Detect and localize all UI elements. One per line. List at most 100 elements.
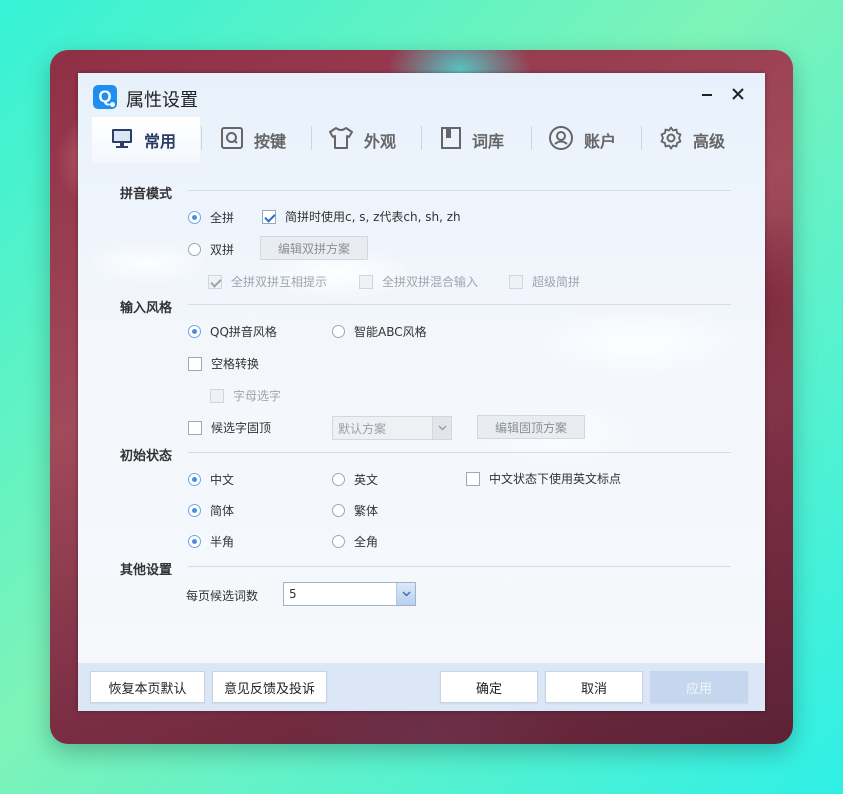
checkbox-indicator xyxy=(210,388,224,403)
ok-button[interactable]: 确定 xyxy=(440,671,538,703)
tab-label: 高级 xyxy=(693,132,726,151)
window-title: 属性设置 xyxy=(126,90,198,111)
section-divider xyxy=(188,566,731,567)
radio-indicator xyxy=(332,504,345,517)
simplified-label: 简体 xyxy=(210,504,235,518)
full-width-radio[interactable]: 全角 xyxy=(332,533,378,550)
english-label: 英文 xyxy=(354,473,379,487)
checkbox-indicator xyxy=(188,420,202,435)
title-bar[interactable]: Q 属性设置 xyxy=(78,73,765,119)
checkbox-indicator xyxy=(262,209,276,224)
abc-style-radio[interactable]: 智能ABC风格 xyxy=(332,323,427,340)
super-simple-label: 超级简拼 xyxy=(532,275,581,289)
per-page-label: 每页候选词数 xyxy=(186,589,259,603)
settings-dialog: Q 属性设置 常用 按键 外观 词库 账户 高级 拼音模式 全拼 简拼时使用c,… xyxy=(78,73,765,711)
checkbox-indicator xyxy=(466,471,480,486)
cancel-button[interactable]: 取消 xyxy=(545,671,643,703)
tab-bar: 常用 按键 外观 词库 账户 高级 xyxy=(78,117,765,163)
close-icon xyxy=(732,88,744,100)
double-pinyin-label: 双拼 xyxy=(210,243,235,257)
radio-indicator xyxy=(188,211,201,224)
radio-indicator xyxy=(188,535,201,548)
edit-fixed-top-button[interactable]: 编辑固顶方案 xyxy=(477,415,585,439)
minimize-button[interactable] xyxy=(697,85,717,105)
traditional-radio[interactable]: 繁体 xyxy=(332,502,378,519)
tab-label: 常用 xyxy=(144,132,177,151)
chinese-label: 中文 xyxy=(210,473,235,487)
qq-style-radio[interactable]: QQ拼音风格 xyxy=(188,323,277,340)
section-initial-state-title: 初始状态 xyxy=(120,449,173,464)
mutual-hint-label: 全拼双拼互相提示 xyxy=(231,275,328,289)
simplify-pinyin-label: 简拼时使用c, s, z代表ch, sh, zh xyxy=(285,210,461,224)
section-pinyin-mode-title: 拼音模式 xyxy=(120,187,173,202)
settings-content: 拼音模式 全拼 简拼时使用c, s, z代表ch, sh, zh 双拼 编辑双拼… xyxy=(78,163,765,663)
mixed-input-checkbox[interactable]: 全拼双拼混合输入 xyxy=(359,273,478,290)
fixed-top-checkbox[interactable]: 候选字固顶 xyxy=(188,419,271,436)
chevron-down-icon xyxy=(432,417,451,439)
half-width-label: 半角 xyxy=(210,535,235,549)
restore-default-button[interactable]: 恢复本页默认 xyxy=(90,671,205,703)
tab-appearance[interactable]: 外观 xyxy=(312,117,422,163)
radio-indicator xyxy=(188,243,201,256)
scheme-select-value: 默认方案 xyxy=(338,421,387,436)
feedback-button[interactable]: 意见反馈及投诉 xyxy=(212,671,327,703)
fixed-top-label: 候选字固顶 xyxy=(211,421,272,435)
q-key-icon xyxy=(220,126,244,154)
monitor-icon xyxy=(110,126,134,154)
per-page-value: 5 xyxy=(289,587,297,601)
chevron-down-icon xyxy=(396,583,415,605)
simplified-radio[interactable]: 简体 xyxy=(188,502,234,519)
english-punct-label: 中文状态下使用英文标点 xyxy=(489,472,622,486)
tab-label: 账户 xyxy=(584,132,617,151)
checkbox-indicator xyxy=(509,274,523,289)
full-width-label: 全角 xyxy=(354,535,379,549)
radio-indicator xyxy=(332,535,345,548)
tab-dictionary[interactable]: 词库 xyxy=(422,117,532,163)
abc-style-label: 智能ABC风格 xyxy=(354,325,427,339)
tab-account[interactable]: 账户 xyxy=(532,117,642,163)
checkbox-indicator xyxy=(188,356,202,371)
per-page-select[interactable]: 5 xyxy=(283,582,416,606)
half-width-radio[interactable]: 半角 xyxy=(188,533,234,550)
radio-indicator xyxy=(332,325,345,338)
qq-style-label: QQ拼音风格 xyxy=(210,325,277,339)
tab-keys[interactable]: 按键 xyxy=(202,117,312,163)
dialog-footer: 恢复本页默认 意见反馈及投诉 确定 取消 应用 xyxy=(78,663,765,711)
checkbox-indicator xyxy=(359,274,373,289)
tab-common[interactable]: 常用 xyxy=(92,117,200,163)
full-pinyin-radio[interactable]: 全拼 xyxy=(188,209,234,226)
super-simple-checkbox[interactable]: 超级简拼 xyxy=(509,273,580,290)
shirt-icon xyxy=(328,126,354,154)
edit-double-pinyin-button[interactable]: 编辑双拼方案 xyxy=(260,236,368,260)
apply-button[interactable]: 应用 xyxy=(650,671,748,703)
radio-indicator xyxy=(188,504,201,517)
section-divider xyxy=(188,304,731,305)
traditional-label: 繁体 xyxy=(354,504,379,518)
minimize-icon xyxy=(702,94,712,96)
letter-select-checkbox[interactable]: 字母选字 xyxy=(210,387,281,404)
book-icon xyxy=(440,126,462,154)
simplify-pinyin-checkbox[interactable]: 简拼时使用c, s, z代表ch, sh, zh xyxy=(262,208,461,225)
section-divider xyxy=(188,190,731,191)
mixed-input-label: 全拼双拼混合输入 xyxy=(382,275,479,289)
tab-label: 按键 xyxy=(254,132,287,151)
section-other-title: 其他设置 xyxy=(120,563,173,578)
tab-label: 外观 xyxy=(364,132,397,151)
gear-icon xyxy=(659,126,683,154)
english-radio[interactable]: 英文 xyxy=(332,471,378,488)
english-punct-checkbox[interactable]: 中文状态下使用英文标点 xyxy=(466,470,621,487)
close-button[interactable] xyxy=(728,85,748,105)
tab-label: 词库 xyxy=(472,132,505,151)
full-pinyin-label: 全拼 xyxy=(210,211,235,225)
chinese-radio[interactable]: 中文 xyxy=(188,471,234,488)
mutual-hint-checkbox[interactable]: 全拼双拼互相提示 xyxy=(208,273,327,290)
double-pinyin-radio[interactable]: 双拼 xyxy=(188,241,234,258)
section-divider xyxy=(188,452,731,453)
section-input-style-title: 输入风格 xyxy=(120,301,173,316)
space-convert-label: 空格转换 xyxy=(211,357,260,371)
fixed-top-scheme-select[interactable]: 默认方案 xyxy=(332,416,452,440)
radio-indicator xyxy=(188,325,201,338)
radio-indicator xyxy=(332,473,345,486)
tab-advanced[interactable]: 高级 xyxy=(642,117,752,163)
space-convert-checkbox[interactable]: 空格转换 xyxy=(188,355,259,372)
